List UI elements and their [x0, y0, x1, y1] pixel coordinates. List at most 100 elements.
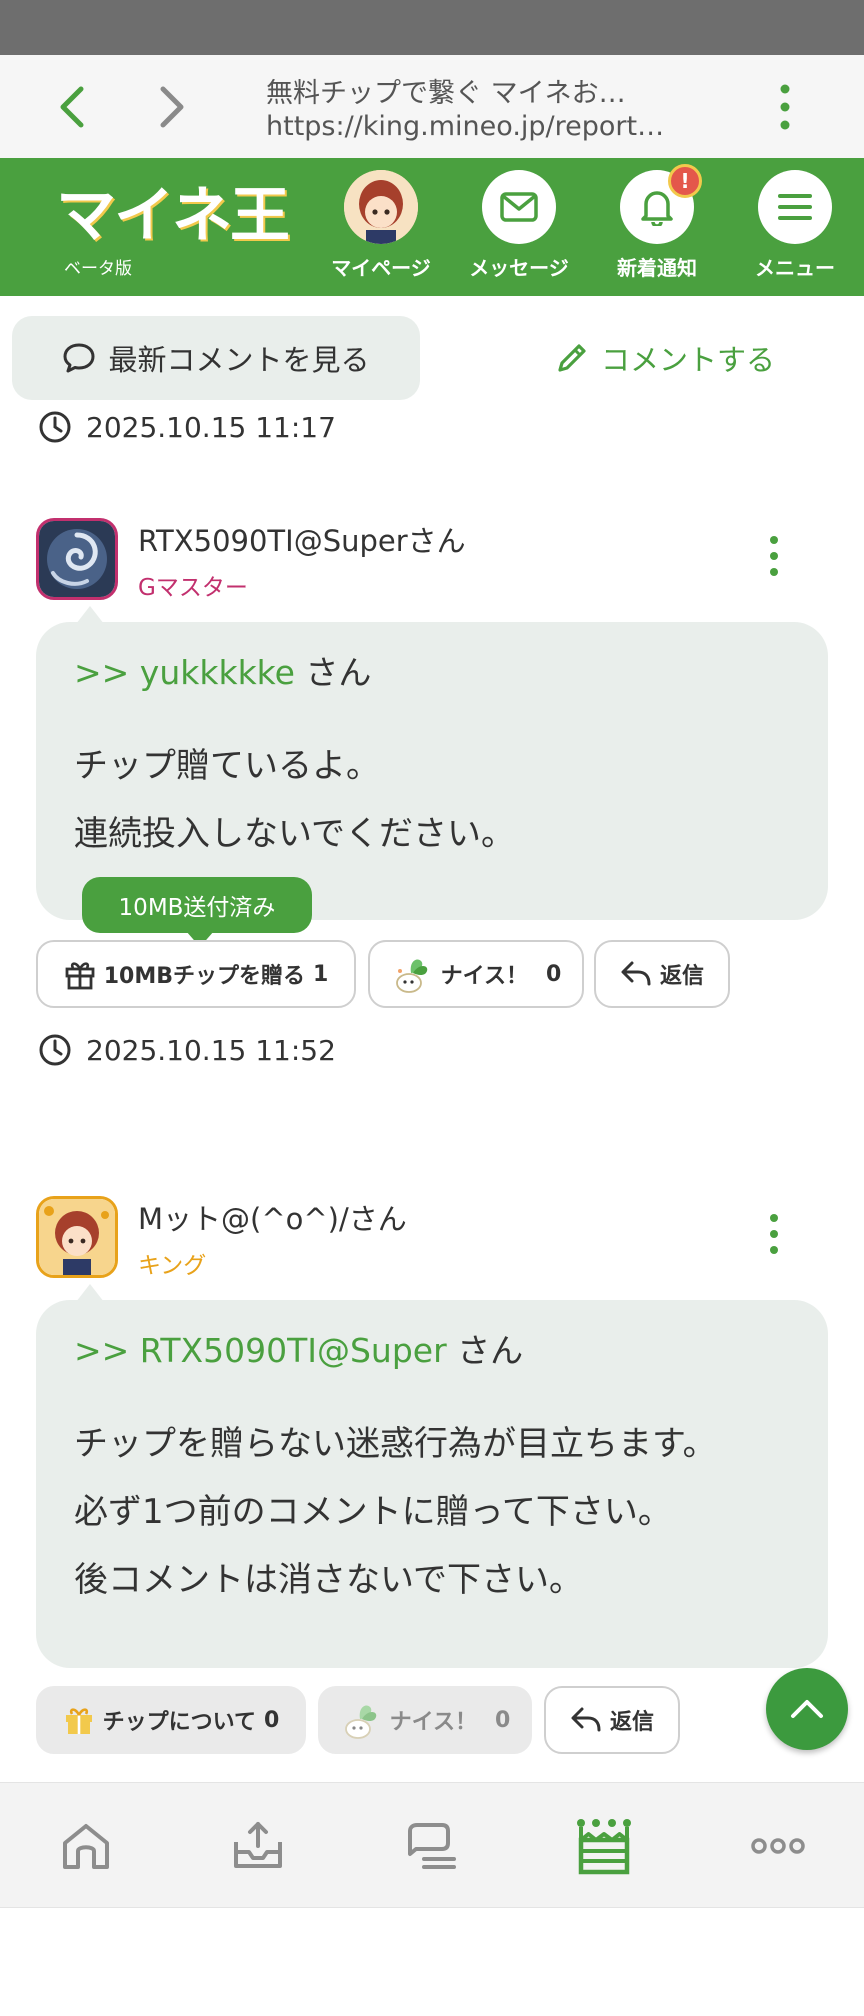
timestamp-text: 2025.10.15 11:17	[86, 410, 336, 444]
notification-circle: !	[620, 164, 702, 244]
nice-label: ナイス！	[389, 1710, 478, 1735]
comment-line: 連続投入しないでください。	[74, 814, 515, 854]
about-tip-button[interactable]: チップについて 0	[36, 1686, 306, 1754]
logo-beta-label: ベータ版	[64, 259, 132, 279]
logo-text: マイネ王	[56, 181, 290, 251]
reply-button[interactable]: 返信	[544, 1686, 680, 1754]
bottom-nav-home[interactable]	[46, 1811, 126, 1881]
view-latest-comments-button[interactable]: 最新コメントを見る	[12, 316, 420, 400]
timestamp-top: 2025.10.15 11:17	[38, 410, 336, 444]
send-tip-label: 10MBチップを贈る	[103, 964, 305, 989]
comment-action-bar: 最新コメントを見る コメントする	[0, 296, 864, 416]
comment-menu-button[interactable]	[762, 536, 786, 576]
mention-link[interactable]: >> yukkkkke	[74, 653, 295, 692]
reply-arrow-icon	[621, 961, 651, 986]
mention-suffix: さん	[294, 653, 372, 692]
site-logo[interactable]: マイネ王	[56, 181, 290, 251]
menu-circle	[758, 170, 832, 244]
nav-message-label: メッセージ	[469, 256, 569, 280]
send-tip-count: 1	[312, 961, 329, 987]
chevron-right-icon	[160, 86, 184, 128]
reply-to: >> RTX5090TI@Super さん	[74, 1326, 790, 1376]
send-tip-button[interactable]: 10MBチップを贈る 1	[36, 940, 356, 1008]
hamburger-icon	[778, 194, 812, 220]
nav-menu-label: メニュー	[755, 256, 835, 280]
reply-label: 返信	[659, 964, 704, 989]
nav-menu[interactable]: メニュー	[730, 170, 860, 281]
comment-timestamp: 2025.10.15 11:52	[38, 1033, 336, 1067]
timestamp-text: 2025.10.15 11:52	[86, 1033, 336, 1067]
url-text[interactable]: https://king.mineo.jp/report…	[266, 111, 664, 142]
reply-to: >> yukkkkke さん	[74, 648, 790, 698]
comment-line: 必ず1つ前のコメントに贈って下さい。	[74, 1492, 672, 1532]
comment-menu-button[interactable]	[762, 1214, 786, 1254]
view-latest-label: 最新コメントを見る	[108, 343, 370, 377]
bell-icon	[641, 191, 673, 226]
more-horizontal-icon	[751, 1838, 805, 1854]
post-comment-label: コメントする	[600, 343, 775, 377]
chat-forum-icon	[408, 1823, 456, 1869]
about-tip-label: チップについて	[102, 1710, 257, 1735]
nav-mypage-label: マイページ	[331, 256, 431, 280]
bottom-navigation	[0, 1782, 864, 1908]
nav-message[interactable]: メッセージ	[454, 170, 584, 281]
notification-badge: !	[668, 164, 702, 198]
clock-icon	[39, 411, 71, 443]
forward-button[interactable]	[146, 81, 198, 133]
comment-username[interactable]: Mット@(^o^)/さん	[138, 1196, 407, 1238]
bottom-nav-upload[interactable]	[218, 1811, 298, 1881]
comment-line: 後コメントは消さないで下さい。	[74, 1560, 583, 1600]
scroll-to-top-button[interactable]	[766, 1668, 848, 1750]
gift-icon	[65, 1708, 92, 1734]
message-circle	[482, 170, 556, 244]
post-comment-button[interactable]: コメントする	[520, 316, 810, 400]
nice-button[interactable]: ナイス！ 0	[318, 1686, 532, 1754]
speech-bubble-icon	[63, 343, 95, 373]
avatar-icon	[344, 170, 418, 244]
mail-icon	[500, 192, 538, 222]
nice-button[interactable]: ナイス！ 0	[368, 940, 584, 1008]
mypage-avatar	[344, 170, 418, 244]
nav-mypage[interactable]: マイページ	[316, 170, 446, 281]
mention-suffix: さん	[446, 1331, 524, 1370]
pencil-icon	[558, 344, 586, 372]
nice-character-icon	[344, 1705, 376, 1739]
character-avatar-icon	[39, 1199, 115, 1275]
reply-label: 返信	[609, 1710, 654, 1735]
browser-menu-button[interactable]	[762, 77, 808, 137]
comment-bubble: >> yukkkkke さん チップ贈ているよ。 連続投入しないでください。	[36, 606, 828, 920]
nice-label: ナイス！	[440, 964, 529, 989]
about-tip-count: 0	[264, 1707, 280, 1733]
nav-notifications-label: 新着通知	[617, 256, 697, 280]
bottom-nav-forum[interactable]	[392, 1811, 472, 1881]
user-rank: Gマスター	[138, 575, 248, 601]
comment-username[interactable]: RTX5090TI@Superさん	[138, 518, 466, 560]
nice-count: 0	[495, 1707, 511, 1733]
comment-line: チップを贈らない迷惑行為が目立ちます。	[74, 1424, 717, 1464]
home-icon	[63, 1824, 109, 1869]
nice-character-icon	[395, 959, 427, 993]
page-title[interactable]: 無料チップで繋ぐ マイネお…	[266, 71, 626, 110]
back-button[interactable]	[46, 81, 98, 133]
avatar[interactable]	[36, 518, 118, 600]
reply-button[interactable]: 返信	[594, 940, 730, 1008]
chevron-left-icon	[60, 86, 84, 128]
clock-icon	[39, 1034, 71, 1066]
status-bar	[0, 0, 864, 55]
nice-count: 0	[546, 961, 562, 987]
avatar[interactable]	[36, 1196, 118, 1278]
mention-link[interactable]: >> RTX5090TI@Super	[74, 1331, 447, 1370]
tip-sent-tooltip: 10MB送付済み	[82, 877, 312, 947]
comment-line: チップ贈ているよ。	[74, 746, 380, 786]
app-header: マイネ王 ベータ版 マイページ メッセージ ! 新着通知 メニュー	[0, 158, 864, 296]
nav-notifications[interactable]: ! 新着通知	[592, 164, 722, 281]
bottom-nav-king[interactable]	[564, 1811, 644, 1881]
user-rank: キング	[138, 1253, 207, 1279]
crown-icon	[577, 1819, 631, 1875]
upload-tray-icon	[234, 1822, 282, 1868]
gift-icon	[65, 962, 95, 990]
comment-bubble: >> RTX5090TI@Super さん チップを贈らない迷惑行為が目立ちます…	[36, 1284, 828, 1668]
bottom-nav-more[interactable]	[738, 1811, 818, 1881]
reply-arrow-icon	[571, 1707, 601, 1732]
chevron-up-icon	[791, 1700, 823, 1718]
